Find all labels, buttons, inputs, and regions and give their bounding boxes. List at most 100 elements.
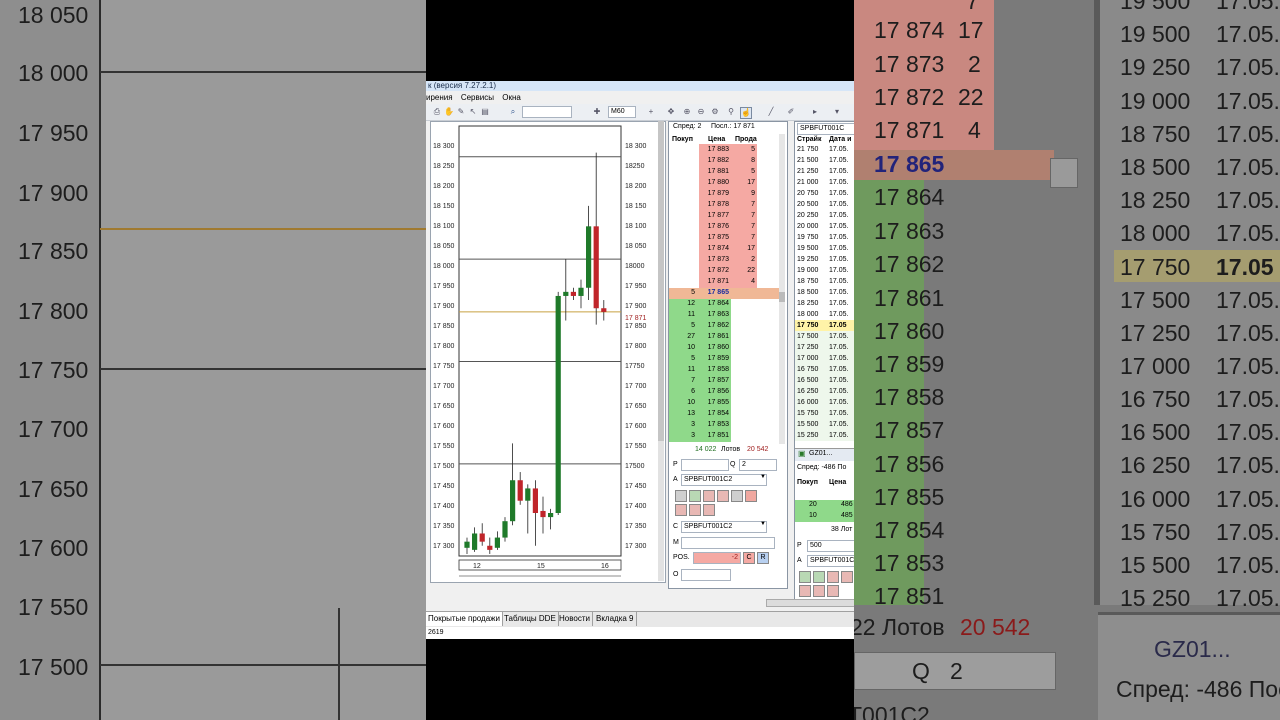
bid-row[interactable]: 3 17 851 bbox=[669, 430, 779, 441]
crosshair-icon[interactable]: ✚ bbox=[592, 107, 602, 117]
horizontal-scrollbar[interactable] bbox=[766, 599, 854, 607]
ask-row[interactable]: 4 17 871 bbox=[669, 276, 779, 287]
menu-item-services[interactable]: Сервисы bbox=[461, 93, 494, 102]
options-row[interactable]: 16 500 17.05. bbox=[795, 375, 854, 386]
bid-row[interactable]: 6 17 856 bbox=[669, 386, 779, 397]
price-chart-panel[interactable]: 18 300 18 250 18 200 18 150 18 100 18 05… bbox=[430, 121, 666, 583]
options-row[interactable]: 19 250 17.05. bbox=[795, 254, 854, 265]
options-row[interactable]: 17 750 17.05 bbox=[795, 320, 854, 331]
price-input[interactable] bbox=[681, 459, 729, 471]
options-row[interactable]: 15 250 17.05. bbox=[795, 430, 854, 441]
ask-row[interactable]: 7 17 877 bbox=[669, 210, 779, 221]
hand-icon[interactable]: ✋ bbox=[444, 107, 454, 117]
line-tool-icon[interactable]: ╱ bbox=[766, 107, 776, 117]
bid-row[interactable]: 27 17 861 bbox=[669, 331, 779, 342]
options-row[interactable]: 20 000 17.05. bbox=[795, 221, 854, 232]
options-row[interactable]: 16 250 17.05. bbox=[795, 386, 854, 397]
options-row[interactable]: 15 750 17.05. bbox=[795, 408, 854, 419]
options-row[interactable]: 20 750 17.05. bbox=[795, 188, 854, 199]
pencil-icon[interactable]: ✎ bbox=[456, 107, 466, 117]
m-input[interactable] bbox=[681, 537, 775, 549]
chevron-down-icon[interactable]: ▾ bbox=[832, 107, 842, 117]
close-position-button[interactable]: C bbox=[743, 552, 755, 564]
account-c-select[interactable]: SPBFUT001C2 bbox=[681, 521, 767, 533]
buy-stop-button[interactable] bbox=[675, 504, 687, 516]
ask-row[interactable]: 5 17 883 bbox=[669, 144, 779, 155]
menu-item-windows[interactable]: Окна bbox=[502, 93, 521, 102]
bid-row[interactable]: 10 17 855 bbox=[669, 397, 779, 408]
chevron-down-icon[interactable]: ▼ bbox=[760, 474, 766, 480]
reverse-position-button[interactable]: R bbox=[757, 552, 769, 564]
o-input[interactable] bbox=[681, 569, 731, 581]
menu-item[interactable]: ирения bbox=[426, 93, 453, 102]
options-row[interactable]: 15 500 17.05. bbox=[795, 419, 854, 430]
sub-account-select[interactable]: SPBFUT001C bbox=[807, 555, 854, 567]
options-row[interactable]: 18 250 17.05. bbox=[795, 298, 854, 309]
take-profit-button[interactable] bbox=[689, 504, 701, 516]
options-row[interactable]: 21 750 17.05. bbox=[795, 144, 854, 155]
ask-row[interactable]: 22 17 872 bbox=[669, 265, 779, 276]
bid-row[interactable]: 3 17 853 bbox=[669, 419, 779, 430]
chevron-down-icon[interactable]: ▼ bbox=[760, 521, 766, 527]
print-icon[interactable]: ⎙ bbox=[432, 107, 442, 117]
hand-tool-icon[interactable]: ☝ bbox=[740, 107, 752, 119]
sell-limit-button[interactable] bbox=[703, 490, 715, 502]
cursor-icon[interactable]: ↖ bbox=[468, 107, 478, 117]
ask-row[interactable]: 8 17 882 bbox=[669, 155, 779, 166]
bid-row[interactable]: 10 17 860 bbox=[669, 342, 779, 353]
options-row[interactable]: 17 250 17.05. bbox=[795, 342, 854, 353]
bid-row[interactable]: 5 17 862 bbox=[669, 320, 779, 331]
ask-row[interactable]: 2 17 873 bbox=[669, 254, 779, 265]
options-row[interactable]: 21 250 17.05. bbox=[795, 166, 854, 177]
draw-tool-icon[interactable]: ✐ bbox=[786, 107, 796, 117]
zoom-in-icon[interactable]: + bbox=[646, 107, 656, 117]
options-row[interactable]: 18 500 17.05. bbox=[795, 287, 854, 298]
options-row[interactable]: 18 750 17.05. bbox=[795, 276, 854, 287]
account-a-select[interactable]: SPBFUT001C2 bbox=[681, 474, 767, 486]
options-row[interactable]: 17 500 17.05. bbox=[795, 331, 854, 342]
ask-row[interactable]: 9 17 879 bbox=[669, 188, 779, 199]
ask-row[interactable]: 17 17 880 bbox=[669, 177, 779, 188]
sub-sell-button[interactable] bbox=[827, 571, 839, 583]
options-row[interactable]: 17 000 17.05. bbox=[795, 353, 854, 364]
options-row[interactable]: 18 000 17.05. bbox=[795, 309, 854, 320]
options-row[interactable]: 19 750 17.05. bbox=[795, 232, 854, 243]
orderbook-scroll-thumb[interactable] bbox=[779, 292, 785, 302]
bid-row[interactable]: 13 17 854 bbox=[669, 408, 779, 419]
zoom-out-icon[interactable]: ⊖ bbox=[696, 107, 706, 117]
options-row[interactable]: 20 500 17.05. bbox=[795, 199, 854, 210]
timeframe-select[interactable]: M60 bbox=[608, 106, 636, 118]
sub-cancel-button[interactable] bbox=[827, 585, 839, 597]
options-row[interactable]: 19 500 17.05. bbox=[795, 243, 854, 254]
own-row[interactable]: 5 17 865 bbox=[669, 287, 779, 298]
sub-stop-button[interactable] bbox=[799, 585, 811, 597]
move-icon[interactable]: ✥ bbox=[666, 107, 676, 117]
bid-row[interactable]: 5 17 859 bbox=[669, 353, 779, 364]
price-chart[interactable]: 18 300 18 250 18 200 18 150 18 100 18 05… bbox=[431, 122, 665, 582]
ask-row[interactable]: 17 17 874 bbox=[669, 243, 779, 254]
buy-market-button[interactable] bbox=[675, 490, 687, 502]
text-tool-icon[interactable]: ▸ bbox=[810, 107, 820, 117]
ask-row[interactable]: 7 17 878 bbox=[669, 199, 779, 210]
ask-row[interactable]: 7 17 876 bbox=[669, 221, 779, 232]
bid-row[interactable]: 12 17 864 bbox=[669, 298, 779, 309]
bid-row[interactable]: 7 17 857 bbox=[669, 375, 779, 386]
chart-icon[interactable]: ▤ bbox=[480, 107, 490, 117]
tab-covered-sales[interactable]: Покрытые продажи bbox=[426, 612, 503, 626]
sub-price-input[interactable]: 500 bbox=[807, 540, 854, 552]
orderbook-scrollbar[interactable] bbox=[779, 134, 785, 444]
sell-market-button[interactable] bbox=[745, 490, 757, 502]
buy-limit-button[interactable] bbox=[689, 490, 701, 502]
tab-9[interactable]: Вкладка 9 bbox=[594, 612, 637, 626]
sub-buy-button[interactable] bbox=[799, 571, 811, 583]
sub-sell-limit-button[interactable] bbox=[841, 571, 853, 583]
options-instrument-select[interactable]: SPBFUT001C bbox=[797, 123, 854, 135]
zoom-icon[interactable]: ⊕ bbox=[682, 107, 692, 117]
sub-buy-limit-button[interactable] bbox=[813, 571, 825, 583]
sell-stop-button[interactable] bbox=[717, 490, 729, 502]
tab-dde-tables[interactable]: Таблицы DDE bbox=[502, 612, 559, 626]
options-row[interactable]: 21 000 17.05. bbox=[795, 177, 854, 188]
tab-news[interactable]: Новости bbox=[557, 612, 593, 626]
quantity-input[interactable]: 2 bbox=[739, 459, 777, 471]
settings-icon[interactable]: ⚙ bbox=[710, 107, 720, 117]
